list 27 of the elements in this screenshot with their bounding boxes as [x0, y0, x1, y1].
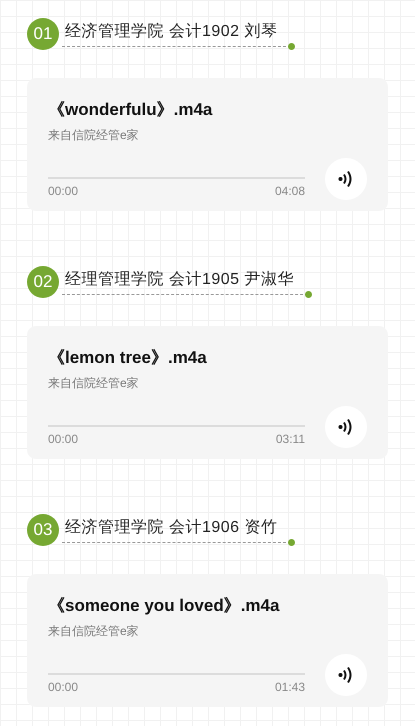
- duration-time: 01:43: [274, 680, 305, 694]
- section-heading: 经理管理学院 会计1905 尹淑华: [65, 271, 294, 288]
- play-button[interactable]: [325, 158, 367, 200]
- elapsed-time: 00:00: [48, 184, 78, 198]
- elapsed-time: 00:00: [48, 432, 78, 446]
- play-button[interactable]: [325, 406, 367, 448]
- sound-icon: [338, 418, 354, 436]
- source-label: 来自信院经管e家: [48, 623, 139, 640]
- number-badge: 03: [27, 514, 59, 546]
- elapsed-time: 00:00: [48, 680, 78, 694]
- number-badge: 02: [27, 266, 59, 298]
- dot-icon: [288, 43, 296, 50]
- file-title: 《wonderfulu》.m4a: [48, 99, 212, 121]
- play-button[interactable]: [325, 654, 367, 696]
- sound-icon: [338, 170, 354, 188]
- file-title: 《lemon tree》.m4a: [48, 347, 207, 369]
- duration-time: 03:11: [276, 432, 305, 446]
- duration-time: 04:08: [274, 184, 305, 198]
- sound-icon: [338, 666, 354, 684]
- dot-icon: [304, 291, 312, 298]
- section-heading: 经济管理学院 会计1902 刘琴: [65, 23, 278, 40]
- source-label: 来自信院经管e家: [48, 127, 139, 144]
- source-label: 来自信院经管e家: [48, 375, 139, 392]
- number-badge: 01: [27, 18, 59, 50]
- section-heading: 经济管理学院 会计1906 资竹: [65, 519, 278, 536]
- dot-icon: [288, 539, 296, 546]
- file-title: 《someone you loved》.m4a: [48, 595, 280, 617]
